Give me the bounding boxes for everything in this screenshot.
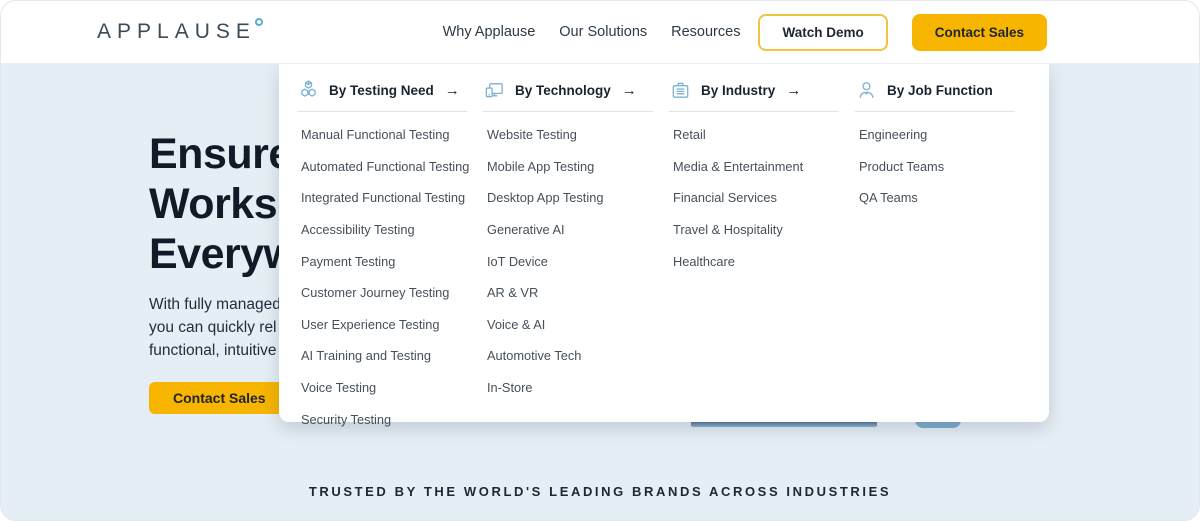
job-function-list: Engineering Product Teams QA Teams — [855, 119, 1015, 214]
menu-column-title: By Industry — [701, 83, 775, 98]
nav-item-our-solutions[interactable]: Our Solutions — [559, 24, 647, 40]
menu-item[interactable]: Integrated Functional Testing — [301, 182, 467, 214]
hero-heading-line: Works — [149, 179, 297, 229]
main-nav: Why Applause Our Solutions Resources Wat… — [443, 14, 1047, 51]
menu-item[interactable]: Travel & Hospitality — [673, 214, 839, 246]
menu-item[interactable]: Manual Functional Testing — [301, 119, 467, 151]
menu-item[interactable]: QA Teams — [859, 182, 1015, 214]
menu-item[interactable]: Mobile App Testing — [487, 151, 653, 183]
menu-item[interactable]: Payment Testing — [301, 245, 467, 277]
logo-text: APPLAUSE — [97, 20, 256, 44]
menu-item[interactable]: AR & VR — [487, 277, 653, 309]
menu-item[interactable]: IoT Device — [487, 245, 653, 277]
contact-sales-button[interactable]: Contact Sales — [912, 14, 1047, 51]
menu-column-job-function: By Job Function Engineering Product Team… — [855, 79, 1031, 435]
menu-column-title: By Testing Need — [329, 83, 434, 98]
nav-item-resources[interactable]: Resources — [671, 24, 740, 40]
nav-item-why-applause[interactable]: Why Applause — [443, 24, 536, 40]
person-icon — [855, 79, 878, 102]
logo-circle-icon — [255, 18, 263, 26]
job-function-header[interactable]: By Job Function — [855, 79, 1015, 112]
solutions-mega-menu: By Testing Need → Manual Functional Test… — [279, 64, 1049, 422]
watch-demo-button[interactable]: Watch Demo — [758, 14, 887, 51]
hero-paragraph-line: you can quickly rel — [149, 316, 281, 339]
applause-logo[interactable]: APPLAUSE — [97, 20, 263, 44]
menu-item[interactable]: Accessibility Testing — [301, 214, 467, 246]
testing-need-list: Manual Functional Testing Automated Func… — [297, 119, 467, 435]
briefcase-icon — [669, 79, 692, 102]
technology-header[interactable]: By Technology → — [483, 79, 653, 112]
menu-column-technology: By Technology → Website Testing Mobile A… — [483, 79, 669, 435]
devices-icon — [483, 79, 506, 102]
arrow-right-icon: → — [445, 82, 460, 99]
cubes-icon — [297, 79, 320, 102]
menu-item[interactable]: Healthcare — [673, 245, 839, 277]
menu-item[interactable]: Automotive Tech — [487, 340, 653, 372]
menu-column-title: By Job Function — [887, 83, 993, 98]
arrow-right-icon: → — [786, 82, 801, 99]
applause-homepage: Ensure Works Everyw With fully managed y… — [0, 0, 1200, 521]
trusted-brands-strip: TRUSTED BY THE WORLD'S LEADING BRANDS AC… — [1, 484, 1199, 499]
hero-paragraph-line: functional, intuitive — [149, 339, 281, 362]
industry-header[interactable]: By Industry → — [669, 79, 839, 112]
hero-paragraph-line: With fully managed — [149, 293, 281, 316]
testing-need-header[interactable]: By Testing Need → — [297, 79, 467, 112]
hero-contact-sales-button[interactable]: Contact Sales — [149, 382, 290, 414]
hero-heading-line: Everyw — [149, 229, 297, 279]
hero-heading: Ensure Works Everyw — [149, 129, 297, 279]
menu-item[interactable]: Voice Testing — [301, 372, 467, 404]
menu-item[interactable]: Media & Entertainment — [673, 151, 839, 183]
menu-item[interactable]: Financial Services — [673, 182, 839, 214]
menu-item[interactable]: In-Store — [487, 372, 653, 404]
menu-item[interactable]: Engineering — [859, 119, 1015, 151]
hero-heading-line: Ensure — [149, 129, 297, 179]
menu-item[interactable]: Automated Functional Testing — [301, 151, 467, 183]
menu-item[interactable]: Website Testing — [487, 119, 653, 151]
menu-item[interactable]: Security Testing — [301, 403, 467, 435]
menu-item[interactable]: User Experience Testing — [301, 309, 467, 341]
menu-item[interactable]: Retail — [673, 119, 839, 151]
industry-list: Retail Media & Entertainment Financial S… — [669, 119, 839, 277]
menu-column-industry: By Industry → Retail Media & Entertainme… — [669, 79, 855, 435]
menu-item[interactable]: Generative AI — [487, 214, 653, 246]
menu-item[interactable]: Customer Journey Testing — [301, 277, 467, 309]
technology-list: Website Testing Mobile App Testing Deskt… — [483, 119, 653, 403]
menu-item[interactable]: Product Teams — [859, 151, 1015, 183]
menu-column-title: By Technology — [515, 83, 611, 98]
menu-column-testing-need: By Testing Need → Manual Functional Test… — [297, 79, 483, 435]
hero-paragraph: With fully managed you can quickly rel f… — [149, 293, 281, 362]
menu-item[interactable]: Desktop App Testing — [487, 182, 653, 214]
arrow-right-icon: → — [622, 82, 637, 99]
menu-item[interactable]: AI Training and Testing — [301, 340, 467, 372]
top-navigation-bar: APPLAUSE Why Applause Our Solutions Reso… — [1, 1, 1199, 64]
menu-item[interactable]: Voice & AI — [487, 309, 653, 341]
